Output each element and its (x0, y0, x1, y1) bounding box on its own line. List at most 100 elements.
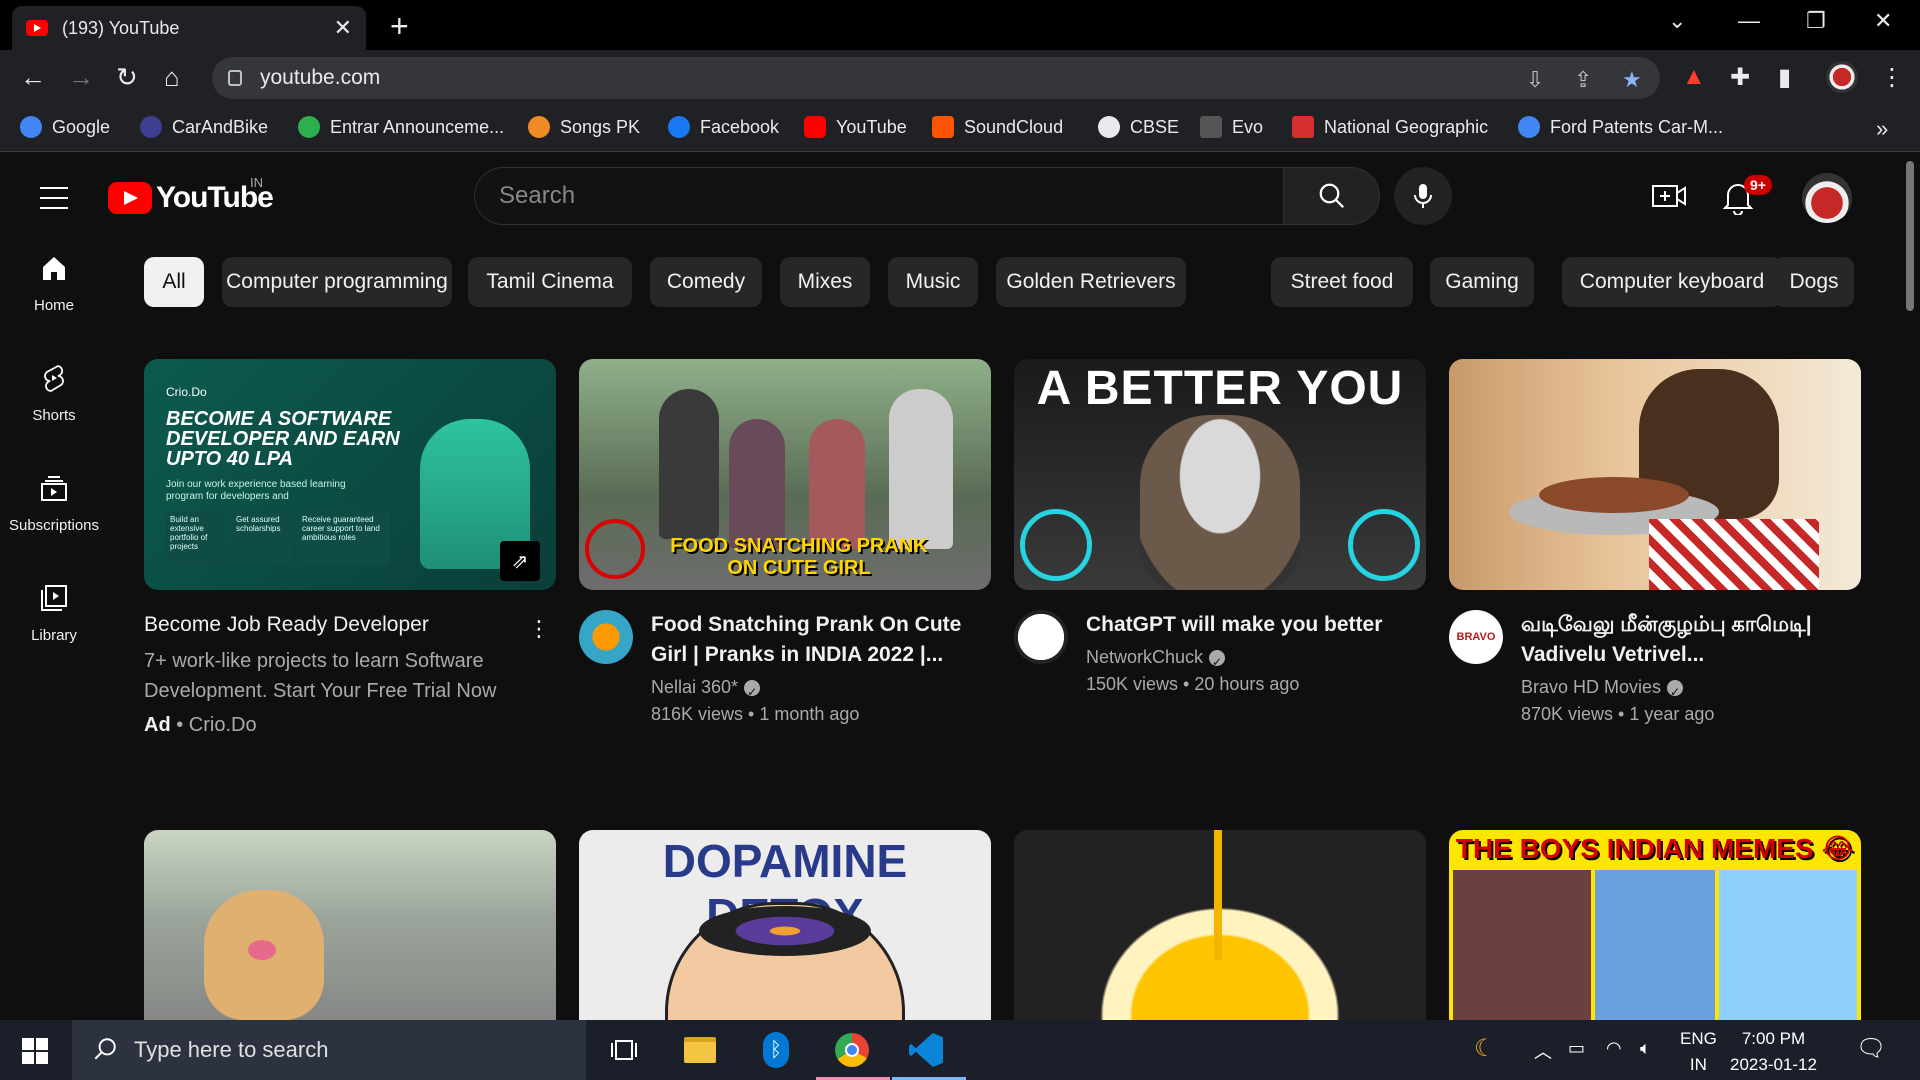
sidenav-item-subscriptions[interactable]: Subscriptions (0, 473, 108, 534)
home-button-icon[interactable]: ⌂ (164, 62, 180, 93)
tab-search-chevron-icon[interactable]: ⌄ (1668, 8, 1686, 34)
sidenav-item-home[interactable]: Home (0, 253, 108, 314)
bookmark-carandbike[interactable]: CarAndBike (140, 116, 268, 138)
create-video-button[interactable] (1652, 183, 1686, 214)
bookmark-entrar[interactable]: Entrar Announceme... (298, 116, 504, 138)
chip-computer-keyboard[interactable]: Computer keyboard (1562, 257, 1782, 307)
verified-check-icon (1667, 679, 1684, 706)
chip-mixes[interactable]: Mixes (780, 257, 870, 307)
chip-tamil-cinema[interactable]: Tamil Cinema (468, 257, 632, 307)
bookmark-evo[interactable]: Evo (1200, 116, 1263, 138)
browser-tab-youtube[interactable]: (193) YouTube ✕ (12, 6, 366, 50)
more-options-icon[interactable]: ⋮ (528, 616, 550, 642)
back-arrow-icon[interactable]: ← (20, 62, 46, 93)
show-hidden-icons-chevron-icon[interactable]: ︿ (1534, 1038, 1552, 1064)
ad-title[interactable]: Become Job Ready Developer (144, 610, 556, 640)
address-bar[interactable]: youtube.com ⇩ ⇪ ★ (212, 57, 1660, 99)
pdf-extension-icon[interactable]: ▲ (1682, 63, 1706, 91)
video-thumbnail[interactable]: A BETTER YOU (1014, 359, 1426, 590)
menu-hamburger-icon[interactable] (40, 187, 68, 217)
bookmark-soundcloud[interactable]: SoundCloud (932, 116, 1063, 138)
bookmark-star-icon[interactable]: ★ (1622, 67, 1642, 93)
bookmarks-overflow[interactable]: » (1876, 116, 1888, 142)
profile-avatar-icon[interactable] (1826, 61, 1858, 93)
video-title[interactable]: ChatGPT will make you better (1086, 610, 1426, 640)
video-title[interactable]: வடிவேலு மீன்குழம்பு காமெடி| Vadivelu Vet… (1521, 610, 1861, 670)
video-card[interactable]: BRAVO வடிவேலு மீன்குழம்பு காமெடி| Vadive… (1449, 359, 1861, 728)
chip-music[interactable]: Music (888, 257, 978, 307)
channel-name[interactable]: NetworkChuck (1086, 647, 1203, 667)
chip-gaming[interactable]: Gaming (1430, 257, 1534, 307)
bookmark-google[interactable]: Google (20, 116, 110, 138)
bookmark-songspk[interactable]: Songs PK (528, 116, 640, 138)
taskbar-clock[interactable]: 7:00 PM 2023-01-12 (1730, 1026, 1817, 1078)
video-thumbnail[interactable] (1014, 830, 1426, 1020)
share-icon[interactable]: ⇪ (1574, 67, 1592, 93)
bookmark-cbse[interactable]: CBSE (1098, 116, 1179, 138)
video-thumbnail[interactable] (1449, 359, 1861, 590)
chip-computer-programming[interactable]: Computer programming (222, 257, 452, 307)
minimize-icon[interactable]: — (1738, 8, 1760, 34)
video-thumbnail[interactable]: THE BOYS INDIAN MEMES 😂 (1449, 830, 1861, 1020)
window-close-icon[interactable]: ✕ (1874, 8, 1892, 34)
chip-golden-retrievers[interactable]: Golden Retrievers (996, 257, 1186, 307)
tab-close-icon[interactable]: ✕ (334, 15, 352, 41)
video-thumbnail[interactable]: FOOD SNATCHING PRANK ON CUTE GIRL (579, 359, 991, 590)
bluetooth-icon[interactable]: ᛒ (756, 1030, 796, 1070)
sidenav-item-shorts[interactable]: Shorts (0, 363, 108, 424)
bookmark-youtube[interactable]: YouTube (804, 116, 907, 138)
chip-all[interactable]: All (144, 257, 204, 307)
channel-avatar[interactable] (1014, 610, 1068, 664)
channel-name[interactable]: Bravo HD Movies (1521, 677, 1661, 697)
video-thumbnail[interactable] (144, 830, 556, 1020)
night-light-icon[interactable]: ☾ (1474, 1034, 1496, 1063)
input-language-indicator[interactable]: ENG IN (1680, 1026, 1717, 1078)
ad-thumbnail[interactable]: Crio.Do BECOME A SOFTWARE DEVELOPER AND … (144, 359, 556, 590)
volume-icon[interactable]: 🔈︎ (1640, 1038, 1651, 1059)
chrome-icon[interactable] (832, 1030, 872, 1070)
new-tab-icon[interactable]: + (390, 8, 409, 45)
account-avatar[interactable] (1802, 173, 1852, 223)
search-input[interactable]: Search (474, 167, 1284, 225)
ad-card[interactable]: Crio.Do BECOME A SOFTWARE DEVELOPER AND … (144, 359, 556, 737)
battery-icon[interactable]: ▭ (1568, 1038, 1585, 1059)
forward-arrow-icon[interactable]: → (68, 62, 94, 93)
side-panel-icon[interactable]: ▮ (1778, 63, 1791, 92)
install-app-icon[interactable]: ⇩ (1526, 67, 1544, 93)
video-card[interactable]: FOOD SNATCHING PRANK ON CUTE GIRL Food S… (579, 359, 991, 728)
bookmark-ford-patents[interactable]: Ford Patents Car-M... (1518, 116, 1723, 138)
chip-comedy[interactable]: Comedy (650, 257, 762, 307)
external-link-icon[interactable]: ⇗ (500, 541, 540, 581)
search-button[interactable] (1284, 167, 1380, 225)
reload-icon[interactable]: ↻ (116, 62, 138, 93)
wifi-icon[interactable]: ◠ (1606, 1038, 1622, 1059)
taskbar-search-box[interactable]: Type here to search (72, 1020, 586, 1080)
vscode-icon[interactable] (906, 1030, 946, 1070)
bookmark-natgeo[interactable]: National Geographic (1292, 116, 1488, 138)
youtube-logo[interactable]: YouTube IN (108, 175, 274, 215)
extensions-puzzle-icon[interactable]: ✚ (1730, 63, 1750, 92)
task-view-icon[interactable] (604, 1030, 644, 1070)
bookmark-facebook[interactable]: Facebook (668, 116, 779, 138)
sidenav-item-library[interactable]: Library (0, 583, 108, 644)
channel-name[interactable]: Nellai 360* (651, 677, 738, 697)
action-center-icon[interactable]: 🗨︎ (1856, 1034, 1886, 1063)
restore-icon[interactable]: ❐ (1806, 8, 1826, 34)
browser-menu-icon[interactable]: ⋮ (1880, 63, 1904, 92)
video-thumbnail[interactable]: DOPAMINE DETOX (579, 830, 991, 1020)
video-card[interactable]: A BETTER YOU ChatGPT will make you bette… (1014, 359, 1426, 698)
channel-avatar[interactable]: BRAVO (1449, 610, 1503, 664)
windows-start-icon[interactable] (22, 1038, 48, 1064)
thumb-caption: A BETTER YOU (1036, 362, 1404, 415)
page-scrollbar[interactable] (1906, 161, 1914, 311)
video-title[interactable]: Food Snatching Prank On Cute Girl | Pran… (651, 610, 991, 670)
channel-avatar[interactable] (579, 610, 633, 664)
advertiser-name[interactable]: Crio.Do (189, 714, 257, 736)
file-explorer-icon[interactable] (680, 1030, 720, 1070)
chip-street-food[interactable]: Street food (1271, 257, 1413, 307)
voice-search-button[interactable] (1394, 167, 1452, 225)
thumb-panel (1595, 870, 1715, 1020)
chatgpt-logo-icon (1348, 509, 1420, 581)
chip-dogs[interactable]: Dogs (1774, 257, 1854, 307)
video-stats: 150K views • 20 hours ago (1086, 674, 1300, 694)
